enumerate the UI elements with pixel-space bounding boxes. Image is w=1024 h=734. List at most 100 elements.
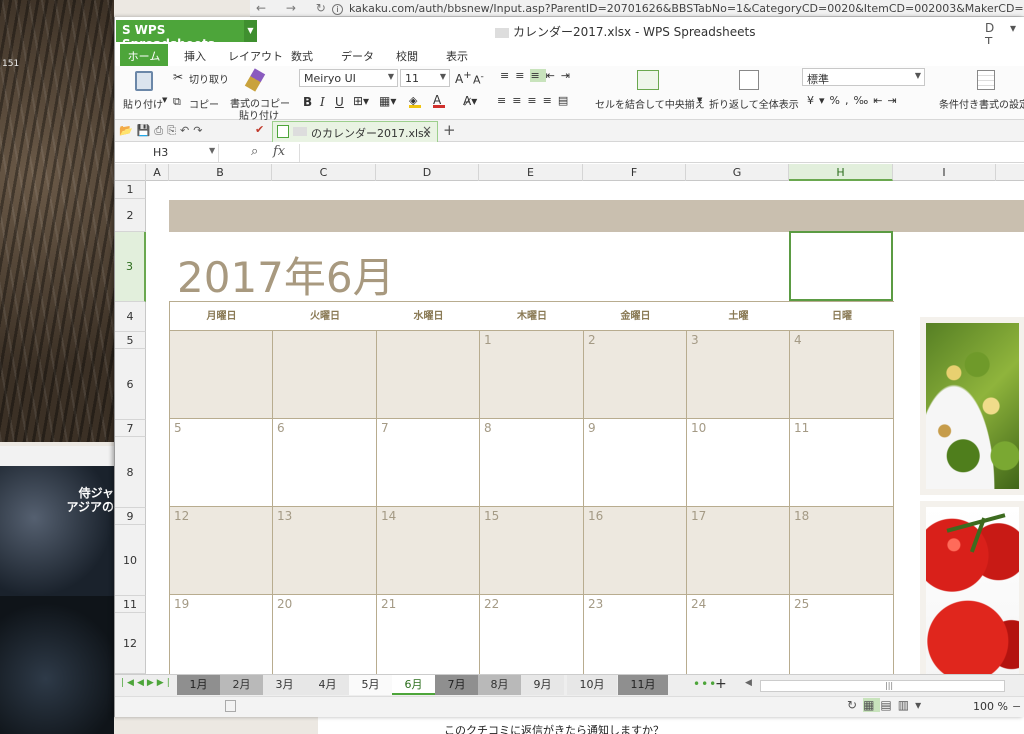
calendar-day-cell[interactable]: 15 <box>480 507 584 595</box>
sheet-tab-active[interactable]: 6月 <box>392 675 435 695</box>
column-header[interactable]: B <box>169 164 272 181</box>
tab-formulas[interactable]: 数式 <box>291 48 313 64</box>
borders-icon[interactable]: ⊞▾ <box>353 94 369 108</box>
row-header[interactable]: 10 <box>115 525 146 596</box>
calendar-day-cell[interactable]: 11 <box>790 419 894 507</box>
calendar-day-cell[interactable]: 18 <box>790 507 894 595</box>
tab-view[interactable]: 表示 <box>446 48 468 64</box>
sheet-tab[interactable]: 1月 <box>177 675 220 695</box>
vertical-align-icons[interactable]: ≡≡≡⇤⇥ <box>500 69 576 82</box>
calendar-day-cell[interactable]: 6 <box>273 419 377 507</box>
chevron-down-icon[interactable]: ▼ <box>209 146 215 155</box>
chevron-down-icon[interactable]: ▼ <box>244 20 257 42</box>
row-header[interactable]: 9 <box>115 508 146 525</box>
calendar-day-cell[interactable]: 16 <box>584 507 687 595</box>
calendar-day-cell[interactable]: 2 <box>584 331 687 419</box>
paste-icon[interactable] <box>135 71 153 91</box>
sheet-tab[interactable]: 3月 <box>263 675 306 695</box>
chevron-down-icon[interactable]: ▼ <box>697 96 702 104</box>
tab-review[interactable]: 校閲 <box>396 48 418 64</box>
horizontal-align-icons[interactable]: ≡≡≡≡▤ <box>497 94 574 107</box>
column-header-selected[interactable]: H <box>789 164 893 181</box>
calendar-day-cell[interactable]: 9 <box>584 419 687 507</box>
calendar-day-cell[interactable] <box>377 331 480 419</box>
font-color-icon[interactable]: A <box>433 94 445 108</box>
tab-layout[interactable]: レイアウト <box>228 48 283 64</box>
zoom-formula-icon[interactable]: ⌕ <box>251 144 258 159</box>
calendar-day-cell[interactable]: 25 <box>790 595 894 674</box>
row-header[interactable]: 12 <box>115 613 146 674</box>
horizontal-scrollbar[interactable] <box>760 680 1005 692</box>
calendar-day-cell[interactable]: 5 <box>170 419 273 507</box>
row-header[interactable]: 7 <box>115 420 146 437</box>
sheet-tab[interactable]: 9月 <box>521 675 564 695</box>
copy-button[interactable]: コピー <box>189 96 219 111</box>
wrap-text-icon[interactable] <box>739 70 759 90</box>
calendar-day-cell[interactable]: 17 <box>687 507 790 595</box>
scissors-icon[interactable]: ✂ <box>173 70 183 84</box>
number-format-select[interactable]: 標準 ▼ <box>802 68 925 86</box>
calendar-day-cell[interactable]: 8 <box>480 419 584 507</box>
calendar-day-cell[interactable]: 23 <box>584 595 687 674</box>
column-header[interactable]: I <box>893 164 996 181</box>
app-menu-button[interactable]: SWPS Spreadsheets ▼ <box>116 20 257 51</box>
paste-dropdown-icon[interactable]: ▼ <box>162 96 167 104</box>
calendar-day-cell[interactable]: 21 <box>377 595 480 674</box>
scroll-left-icon[interactable]: ◀ <box>745 678 752 688</box>
pin-icon[interactable]: ✔ <box>255 123 264 136</box>
row-header[interactable]: 11 <box>115 596 146 613</box>
calendar-day-cell[interactable]: 24 <box>687 595 790 674</box>
column-header[interactable]: C <box>272 164 376 181</box>
zoom-menu-icon[interactable]: − <box>1012 700 1021 713</box>
sheet-tab[interactable]: 11月 <box>618 675 668 695</box>
font-size-select[interactable]: 11 ▼ <box>400 69 450 87</box>
sheet-tab[interactable]: 8月 <box>478 675 521 695</box>
view-mode-icons[interactable]: ↻▦▤▥▾ <box>847 698 927 712</box>
merge-cells-icon[interactable] <box>637 70 659 90</box>
calendar-day-cell[interactable]: 19 <box>170 595 273 674</box>
fill-color-icon[interactable]: ◈ <box>409 95 421 108</box>
sheet-tab[interactable]: 5月 <box>349 675 392 695</box>
sheet-tab[interactable]: 2月 <box>220 675 263 695</box>
calendar-day-cell[interactable]: 3 <box>687 331 790 419</box>
conditional-format-icon[interactable] <box>977 70 995 90</box>
tab-home[interactable]: ホーム <box>120 44 168 66</box>
paste-button[interactable]: 貼り付け <box>123 96 163 111</box>
calendar-day-cell[interactable]: 22 <box>480 595 584 674</box>
calendar-day-cell[interactable] <box>273 331 377 419</box>
calendar-day-cell[interactable]: 12 <box>170 507 273 595</box>
column-header[interactable]: G <box>686 164 789 181</box>
fill-pattern-icon[interactable]: ▦▾ <box>379 94 396 108</box>
shrink-font-icon[interactable]: A- <box>473 71 484 87</box>
name-box[interactable]: H3 <box>115 144 219 162</box>
calendar-day-cell[interactable]: 7 <box>377 419 480 507</box>
column-header[interactable]: E <box>479 164 583 181</box>
merge-center-button[interactable]: セルを結合して中央揃え <box>595 96 705 111</box>
calendar-day-cell[interactable]: 4 <box>790 331 894 419</box>
new-tab-icon[interactable]: + <box>443 121 456 139</box>
quick-access-icons[interactable]: 📂💾⎙⎘↶↷ <box>119 124 206 138</box>
conditional-format-button[interactable]: 条件付き書式の設定 <box>939 96 1024 111</box>
row-header[interactable]: 4 <box>115 302 146 332</box>
cut-button[interactable]: 切り取り <box>189 71 229 86</box>
column-header[interactable]: D <box>376 164 479 181</box>
select-all-corner[interactable] <box>115 164 146 181</box>
url-field[interactable]: i kakaku.com/auth/bbsnew/Input.asp?Parent… <box>332 2 1024 15</box>
calendar-day-cell[interactable]: 13 <box>273 507 377 595</box>
spreadsheet-grid[interactable]: A B C D E F G H I 1 2 3 4 5 6 7 8 9 10 1… <box>115 164 1024 674</box>
row-header[interactable]: 1 <box>115 181 146 199</box>
number-format-icons[interactable]: ¥▾%,‰⇤⇥ <box>807 94 902 107</box>
calendar-day-cell[interactable]: 20 <box>273 595 377 674</box>
font-name-select[interactable]: Meiryo UI ▼ <box>299 69 398 87</box>
browser-nav-buttons[interactable]: ← → ↻ <box>256 1 334 15</box>
formula-input[interactable] <box>299 144 1024 162</box>
scrollbar-grip-icon[interactable]: ||| <box>885 681 893 690</box>
tab-data[interactable]: データ <box>341 48 374 64</box>
row-header[interactable]: 2 <box>115 199 146 232</box>
more-sheets-icon[interactable]: ••• <box>693 677 717 691</box>
calendar-day-cell[interactable]: 10 <box>687 419 790 507</box>
grow-font-icon[interactable]: A+ <box>455 70 472 86</box>
document-tab[interactable]: のカレンダー2017.xlsx <box>272 121 438 142</box>
copy-icon[interactable]: ⧉ <box>173 95 181 109</box>
sheet-tab[interactable]: 7月 <box>435 675 478 695</box>
